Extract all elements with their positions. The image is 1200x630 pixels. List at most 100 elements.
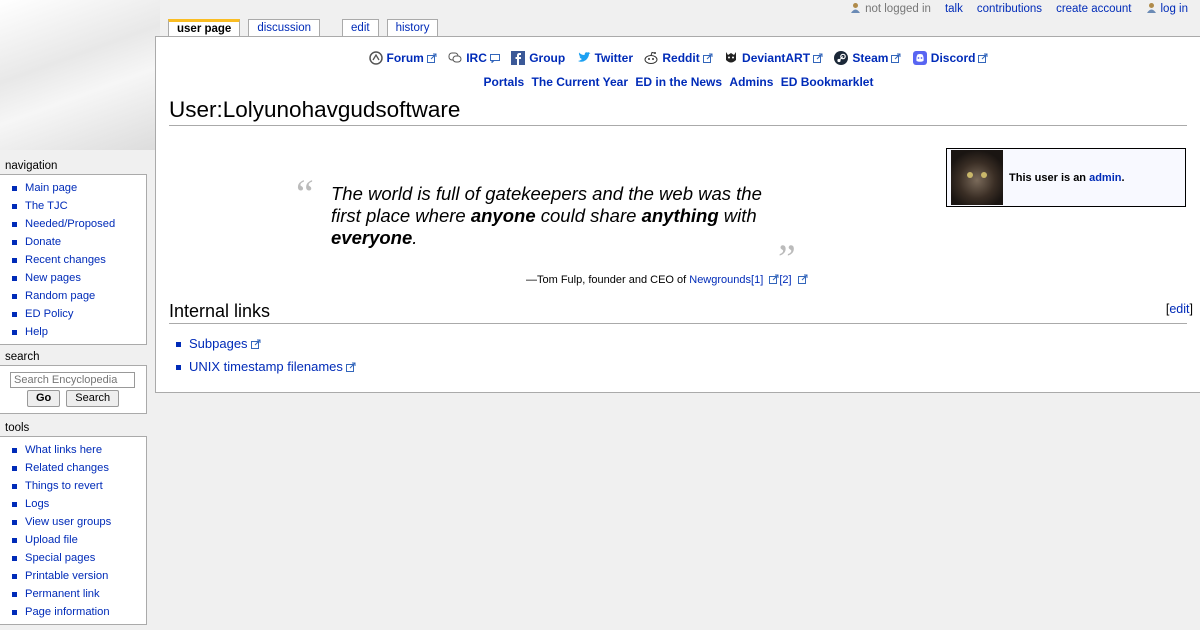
- tool-item-page-information[interactable]: Page information: [12, 603, 146, 621]
- tab-user-page[interactable]: user page: [168, 19, 241, 37]
- social-link-reddit[interactable]: Reddit: [644, 51, 716, 65]
- tool-link[interactable]: Page information: [25, 606, 110, 618]
- internal-links-list: Subpages UNIX timestamp filenames: [176, 336, 356, 382]
- social-link-label[interactable]: Reddit: [662, 51, 699, 65]
- log-in-link[interactable]: log in: [1161, 3, 1189, 15]
- nav-item-random-page[interactable]: Random page: [12, 287, 146, 305]
- search-portlet: Go Search: [0, 365, 147, 414]
- tool-item-logs[interactable]: Logs: [12, 495, 146, 513]
- portal-link-portals[interactable]: Portals: [484, 75, 525, 89]
- tool-link[interactable]: What links here: [25, 444, 102, 456]
- contributions-link[interactable]: contributions: [977, 3, 1042, 15]
- talk-link[interactable]: talk: [945, 3, 963, 15]
- nav-link[interactable]: The TJC: [25, 200, 68, 212]
- userbox-prefix: This user is an: [1009, 171, 1090, 184]
- tool-item-view-user-groups[interactable]: View user groups: [12, 513, 146, 531]
- navigation-heading: navigation: [5, 160, 58, 172]
- nav-link[interactable]: Help: [25, 326, 48, 338]
- tool-item-related-changes[interactable]: Related changes: [12, 459, 146, 477]
- nav-link[interactable]: Needed/Proposed: [25, 218, 115, 230]
- tab-discussion[interactable]: discussion: [248, 19, 321, 37]
- tools-portlet: What links here Related changes Things t…: [0, 436, 147, 625]
- tool-link[interactable]: Printable version: [25, 570, 108, 582]
- nav-link[interactable]: Recent changes: [25, 254, 106, 266]
- social-link-label[interactable]: Forum: [387, 51, 424, 65]
- tool-link[interactable]: Things to revert: [25, 480, 103, 492]
- social-link-irc[interactable]: IRC: [448, 51, 503, 65]
- tab-discussion-link[interactable]: discussion: [257, 22, 311, 34]
- newgrounds-link[interactable]: Newgrounds: [689, 274, 751, 286]
- tab-edit[interactable]: edit: [342, 19, 379, 37]
- portal-link-admins[interactable]: Admins: [729, 75, 773, 89]
- social-link-group[interactable]: Group: [511, 51, 568, 65]
- social-link-label[interactable]: IRC: [466, 51, 487, 65]
- edit-section-link[interactable]: edit: [1169, 302, 1189, 316]
- discord-icon: [912, 51, 927, 65]
- nav-link[interactable]: Donate: [25, 236, 61, 248]
- social-link-deviantart[interactable]: DeviantART: [724, 51, 826, 65]
- unix-timestamp-link[interactable]: UNIX timestamp filenames: [189, 359, 343, 374]
- nav-item-recent-changes[interactable]: Recent changes: [12, 251, 146, 269]
- tool-link[interactable]: Upload file: [25, 534, 78, 546]
- nav-item-needed[interactable]: Needed/Proposed: [12, 215, 146, 233]
- tab-edit-link[interactable]: edit: [351, 22, 370, 34]
- tool-item-permanent-link[interactable]: Permanent link: [12, 585, 146, 603]
- reference-2[interactable]: [2]: [779, 274, 791, 286]
- tool-item-upload-file[interactable]: Upload file: [12, 531, 146, 549]
- nav-item-new-pages[interactable]: New pages: [12, 269, 146, 287]
- page-tabs: user page discussion edit history: [168, 19, 446, 37]
- nav-link[interactable]: Main page: [25, 182, 77, 194]
- quote-part: .: [412, 227, 418, 248]
- search-input[interactable]: [10, 372, 135, 388]
- social-link-twitter[interactable]: Twitter: [577, 51, 637, 65]
- nav-item-donate[interactable]: Donate: [12, 233, 146, 251]
- nav-item-help[interactable]: Help: [12, 323, 146, 341]
- subpages-link[interactable]: Subpages: [189, 336, 248, 351]
- social-link-discord[interactable]: Discord: [912, 51, 989, 65]
- tool-link[interactable]: View user groups: [25, 516, 111, 528]
- userbox-suffix: .: [1121, 171, 1125, 184]
- reference-1[interactable]: [1]: [751, 274, 763, 286]
- go-button[interactable]: Go: [27, 390, 61, 407]
- external-link-icon: [797, 274, 808, 284]
- quote-bold: everyone: [331, 227, 413, 248]
- tool-link[interactable]: Related changes: [25, 462, 109, 474]
- portal-link-bookmarklet[interactable]: ED Bookmarklet: [781, 75, 874, 89]
- portals-bar: Portals The Current Year ED in the News …: [156, 75, 1200, 89]
- tab-user-page-link[interactable]: user page: [177, 23, 231, 35]
- social-link-label[interactable]: Steam: [852, 51, 888, 65]
- tab-history-link[interactable]: history: [396, 22, 430, 34]
- quote-attribution: —Tom Fulp, founder and CEO of Newgrounds…: [526, 274, 808, 286]
- not-logged-in-status: not logged in: [850, 2, 931, 15]
- create-account-link[interactable]: create account: [1056, 3, 1131, 15]
- social-link-label[interactable]: Twitter: [595, 51, 633, 65]
- tool-item-printable-version[interactable]: Printable version: [12, 567, 146, 585]
- nav-link[interactable]: Random page: [25, 290, 95, 302]
- nav-item-tjc[interactable]: The TJC: [12, 197, 146, 215]
- portal-link-ed-news[interactable]: ED in the News: [635, 75, 722, 89]
- tool-link[interactable]: Logs: [25, 498, 49, 510]
- tool-link[interactable]: Special pages: [25, 552, 95, 564]
- tool-item-special-pages[interactable]: Special pages: [12, 549, 146, 567]
- search-button[interactable]: Search: [66, 390, 120, 407]
- social-link-label[interactable]: Discord: [931, 51, 976, 65]
- nav-link[interactable]: ED Policy: [25, 308, 74, 320]
- nav-item-main-page[interactable]: Main page: [12, 179, 146, 197]
- nav-item-ed-policy[interactable]: ED Policy: [12, 305, 146, 323]
- nav-link[interactable]: New pages: [25, 272, 81, 284]
- social-link-label[interactable]: DeviantART: [742, 51, 810, 65]
- tool-link[interactable]: Permanent link: [25, 588, 100, 600]
- attribution-text: —Tom Fulp, founder and CEO of: [526, 274, 690, 286]
- social-link-label[interactable]: Group: [529, 51, 565, 65]
- social-link-steam[interactable]: Steam: [834, 51, 904, 65]
- tool-item-what-links-here[interactable]: What links here: [12, 441, 146, 459]
- tab-history[interactable]: history: [386, 19, 439, 37]
- admin-link[interactable]: admin: [1089, 172, 1121, 184]
- social-link-forum[interactable]: Forum: [368, 51, 441, 65]
- external-link-icon: [345, 362, 356, 372]
- external-link-icon: [426, 53, 437, 63]
- steam-icon: [834, 51, 849, 65]
- portal-link-current-year[interactable]: The Current Year: [532, 75, 628, 89]
- external-link-icon: [250, 339, 261, 349]
- tool-item-things-to-revert[interactable]: Things to revert: [12, 477, 146, 495]
